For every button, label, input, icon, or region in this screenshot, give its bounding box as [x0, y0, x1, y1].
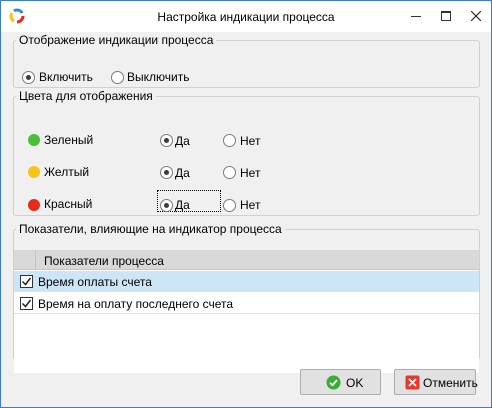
display-colors-group: Цвета для отображения Зеленый Да Нет Жел…: [13, 89, 480, 216]
column-header-indicators[interactable]: Показатели процесса: [44, 254, 164, 268]
display-colors-legend: Цвета для отображения: [19, 89, 153, 103]
maximize-button[interactable]: [431, 1, 461, 32]
yellow-dot-icon: [28, 166, 40, 178]
green-no-label[interactable]: Нет: [240, 134, 260, 148]
check-circle-icon: [326, 375, 341, 390]
display-indication-group: Отображение индикации процесса Включить …: [13, 33, 480, 88]
grid-header: Показатели процесса: [14, 250, 479, 270]
yellow-label: Желтый: [44, 165, 90, 179]
title-bar[interactable]: Настройка индикации процесса: [1, 1, 491, 32]
table-row[interactable]: Время оплаты счета: [14, 271, 479, 292]
red-label: Красный: [44, 197, 93, 211]
checkmark-icon: [21, 277, 32, 286]
dialog-window: Настройка индикации процесса Отображение…: [0, 0, 492, 408]
indicators-grid: Показатели процесса Время оплаты счета В…: [14, 250, 479, 373]
green-yes-radio[interactable]: [160, 134, 173, 147]
maximize-icon: [441, 11, 451, 21]
cancel-x-icon: [405, 375, 420, 390]
green-yes-label[interactable]: Да: [175, 134, 190, 148]
close-button[interactable]: [461, 1, 491, 32]
enable-radio-label[interactable]: Включить: [39, 70, 93, 84]
row-checkbox[interactable]: [20, 297, 33, 310]
red-no-radio[interactable]: [223, 199, 236, 212]
row-checkbox[interactable]: [20, 275, 33, 288]
cancel-button[interactable]: Отменить: [394, 369, 478, 395]
red-no-label[interactable]: Нет: [240, 198, 260, 212]
cancel-button-label: Отменить: [423, 376, 478, 390]
green-label: Зеленый: [44, 133, 94, 147]
enable-radio[interactable]: [22, 71, 35, 84]
row-label: Время оплаты счета: [38, 275, 152, 289]
table-row[interactable]: Время на оплату последнего счета: [14, 293, 479, 314]
red-yes-label[interactable]: Да: [175, 198, 190, 212]
close-icon: [471, 11, 481, 21]
indicators-group: Показатели, влияющие на индикатор процес…: [13, 222, 480, 373]
disable-radio[interactable]: [111, 71, 124, 84]
ok-button-label: OK: [346, 376, 364, 390]
red-yes-radio[interactable]: [160, 199, 173, 212]
yellow-no-radio[interactable]: [223, 166, 236, 179]
display-indication-legend: Отображение индикации процесса: [19, 33, 214, 47]
minimize-icon: [411, 16, 421, 17]
indicators-legend: Показатели, влияющие на индикатор процес…: [19, 222, 282, 236]
red-dot-icon: [28, 199, 40, 211]
yellow-yes-label[interactable]: Да: [175, 166, 190, 180]
disable-radio-label[interactable]: Выключить: [127, 70, 189, 84]
yellow-yes-radio[interactable]: [160, 166, 173, 179]
minimize-button[interactable]: [401, 1, 431, 32]
ok-button[interactable]: OK: [300, 369, 381, 395]
yellow-no-label[interactable]: Нет: [240, 166, 260, 180]
green-no-radio[interactable]: [223, 134, 236, 147]
selector-column-header: [14, 250, 36, 270]
green-dot-icon: [28, 134, 40, 146]
row-label: Время на оплату последнего счета: [38, 297, 234, 311]
checkmark-icon: [21, 299, 32, 308]
